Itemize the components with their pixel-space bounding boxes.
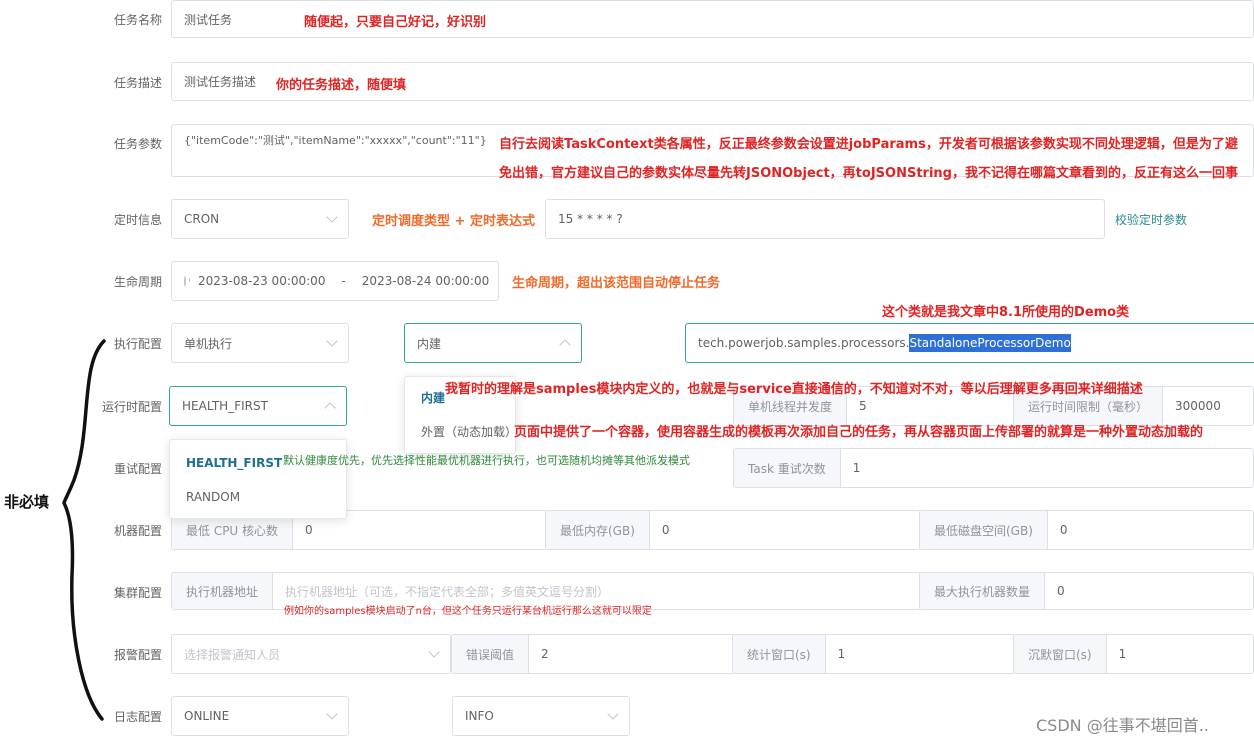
label-runtime: 运行时配置 (102, 400, 163, 414)
processor-class-input[interactable]: tech.powerjob.samples.processors. Standa… (685, 323, 1254, 363)
note-task-params-line2: 免出错，官方建议自己的参数实体尽量先转JSONObject，再toJSONStr… (499, 166, 1238, 181)
dispatch-strategy-select[interactable]: HEALTH_FIRST (169, 386, 347, 426)
clock-icon (184, 275, 190, 287)
label-lifecycle: 生命周期 (114, 275, 163, 289)
note-lifecycle: 生命周期，超出该范围自动停止任务 (512, 276, 721, 291)
processor-class-selected: StandaloneProcessorDemo (909, 334, 1071, 352)
label-alarm: 报警配置 (114, 648, 163, 662)
task-retry-value: 1 (852, 461, 861, 475)
log-type-value: ONLINE (184, 709, 230, 723)
max-executors-value: 0 (1057, 584, 1065, 598)
silence-window-field[interactable]: 沉默窗口(s) 1 (1013, 634, 1254, 674)
task-retry-label: Task 重试次数 (734, 449, 841, 487)
note-external: 页面中提供了一个容器，使用容器生成的模板再次添加自己的任务，再从容器页面上传部署… (514, 425, 1204, 440)
min-disk-value: 0 (1059, 523, 1068, 537)
note-processor-class: 这个类就是我文章中8.1所使用的Demo类 (882, 305, 1130, 320)
chevron-down-icon (428, 646, 440, 658)
lifecycle-end: 2023-08-24 00:00:00 (361, 274, 490, 288)
processor-type-option-external[interactable]: 外置（动态加载） (405, 415, 517, 449)
lifecycle-range-picker[interactable]: 2023-08-23 00:00:00 - 2023-08-24 00:00:0… (171, 261, 499, 301)
chevron-down-icon (326, 708, 338, 720)
note-schedule: 定时调度类型 + 定时表达式 (372, 214, 535, 229)
silence-window-label: 沉默窗口(s) (1014, 635, 1107, 673)
note-builtin: 我暂时的理解是samples模块内定义的，也就是与service直接通信的，不知… (445, 382, 1143, 397)
min-disk-label: 最低磁盘空间(GB) (920, 511, 1048, 549)
chevron-up-icon (324, 402, 336, 414)
chevron-down-icon (326, 335, 338, 347)
dispatch-strategy-dropdown: HEALTH_FIRST RANDOM (169, 439, 347, 519)
alarm-receiver-select[interactable]: 选择报警通知人员 (171, 634, 451, 674)
stat-window-value: 1 (837, 647, 846, 661)
label-schedule: 定时信息 (114, 213, 163, 227)
schedule-expression-input[interactable]: 15 * * * * ? (545, 199, 1105, 239)
note-task-params-line1: 自行去阅读TaskContext类各属性，反正最终参数会设置进jobParams… (499, 137, 1238, 152)
execution-mode-value: 单机执行 (184, 336, 233, 351)
task-retry-field[interactable]: Task 重试次数 1 (733, 448, 1254, 488)
label-retry: 重试配置 (114, 462, 163, 476)
min-memory-field[interactable]: 最低内存(GB) 0 (545, 510, 921, 550)
min-disk-field[interactable]: 最低磁盘空间(GB) 0 (919, 510, 1254, 550)
chevron-down-icon (607, 708, 619, 720)
processor-type-select[interactable]: 内建 (404, 323, 582, 363)
chevron-down-icon (326, 211, 338, 223)
lifecycle-separator: - (341, 274, 346, 288)
label-machine: 机器配置 (114, 524, 163, 538)
alarm-receiver-placeholder: 选择报警通知人员 (184, 647, 281, 662)
side-note-optional: 非必填 (4, 493, 50, 511)
error-threshold-value: 2 (541, 647, 549, 661)
min-memory-value: 0 (661, 523, 670, 537)
chevron-up-icon (559, 339, 571, 351)
note-dispatch: 默认健康度优先，优先选择性能最优机器进行执行，也可选随机均摊等其他派发模式 (283, 454, 690, 467)
label-execution: 执行配置 (114, 337, 163, 351)
label-task-params: 任务参数 (114, 137, 163, 151)
dispatch-option-random[interactable]: RANDOM (170, 480, 346, 514)
processor-class-prefix: tech.powerjob.samples.processors. (698, 336, 910, 350)
execution-mode-select[interactable]: 单机执行 (171, 323, 349, 363)
curly-brace-annotation (62, 339, 106, 721)
schedule-type-value: CRON (184, 212, 220, 226)
executor-address-label: 执行机器地址 (172, 573, 274, 609)
stat-window-field[interactable]: 统计窗口(s) 1 (732, 634, 1015, 674)
min-memory-label: 最低内存(GB) (546, 511, 650, 549)
max-executors-field[interactable]: 最大执行机器数量 0 (919, 572, 1254, 610)
label-task-desc: 任务描述 (114, 76, 163, 90)
timeout-value: 300000 (1175, 399, 1221, 413)
log-type-select[interactable]: ONLINE (171, 696, 349, 736)
stat-window-label: 统计窗口(s) (733, 635, 826, 673)
label-task-name: 任务名称 (114, 13, 163, 27)
note-cluster: 例如你的samples模块启动了n台，但这个任务只运行某台机运行那么这就可以限定 (284, 606, 652, 617)
watermark: CSDN @往事不堪回首.. (1036, 716, 1209, 735)
label-log: 日志配置 (114, 710, 163, 724)
error-threshold-field[interactable]: 错误阈值 2 (451, 634, 734, 674)
validate-schedule-link[interactable]: 校验定时参数 (1115, 211, 1187, 228)
error-threshold-label: 错误阈值 (452, 635, 530, 673)
silence-window-value: 1 (1118, 647, 1127, 661)
max-executors-label: 最大执行机器数量 (920, 573, 1046, 609)
note-task-name: 随便起，只要自己好记，好识别 (304, 15, 487, 30)
log-level-select[interactable]: INFO (452, 696, 630, 736)
processor-type-value: 内建 (417, 336, 442, 351)
log-level-value: INFO (465, 709, 494, 723)
note-task-desc: 你的任务描述，随便填 (276, 78, 407, 93)
dispatch-strategy-value: HEALTH_FIRST (182, 399, 268, 413)
lifecycle-start: 2023-08-23 00:00:00 (198, 274, 326, 288)
schedule-type-select[interactable]: CRON (171, 199, 349, 239)
label-cluster: 集群配置 (114, 586, 163, 600)
